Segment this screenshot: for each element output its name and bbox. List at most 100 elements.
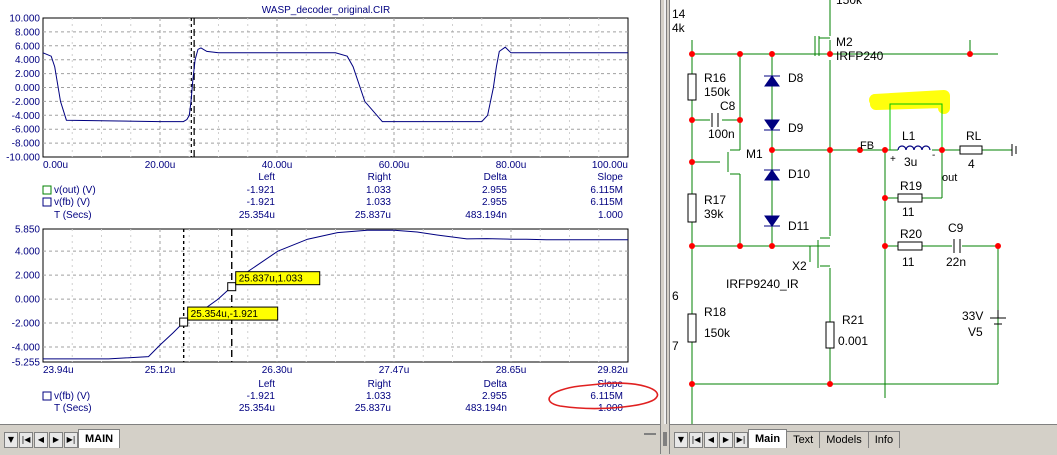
l1-bypass-wire xyxy=(889,103,943,150)
t1-header-left: Left xyxy=(258,172,275,183)
chart1-x-tick-label: 60.00u xyxy=(379,160,410,171)
chart2-y-tick-label: 0.000 xyxy=(15,295,40,306)
chart2-y-tick-label: -4.000 xyxy=(12,342,41,353)
chart1-x-tick-label: 80.00u xyxy=(496,160,527,171)
schematic-nav-first-icon[interactable]: |◀ xyxy=(689,432,703,448)
label-rl-value: 4 xyxy=(968,157,975,171)
label-c9: C9 xyxy=(948,221,964,235)
tab-main-plot[interactable]: MAIN xyxy=(78,429,121,448)
t2-row0-name[interactable]: v(fb) (V) xyxy=(54,391,90,402)
cursor-value-label: 25.837u,1.033 xyxy=(239,274,303,285)
label-v5: V5 xyxy=(968,325,983,339)
r19-symbol[interactable] xyxy=(897,193,923,203)
t1-row0-name[interactable]: v(out) (V) xyxy=(54,185,96,196)
tab-info[interactable]: Info xyxy=(867,431,901,448)
schematic-tab-bar: ▼ |◀ ◀ ▶ ▶| Main Text Models Info xyxy=(670,424,1057,455)
r16-symbol[interactable] xyxy=(687,73,697,101)
chart1-x-tick-label: 100.00u xyxy=(592,160,628,171)
tab-nav-prev-icon[interactable]: ◀ xyxy=(34,432,48,448)
yellow-highlight-mark xyxy=(869,90,950,114)
label-l1-plus: + xyxy=(890,154,896,165)
label-m2: M2 xyxy=(836,35,853,49)
r18-symbol[interactable] xyxy=(687,313,697,343)
label-m1: M1 xyxy=(746,147,763,161)
d8-symbol[interactable] xyxy=(764,75,780,87)
schematic-nav-dropdown-icon[interactable]: ▼ xyxy=(674,432,688,448)
t2-header-right: Right xyxy=(368,379,392,390)
label-v5-value: 33V xyxy=(962,309,983,323)
schematic-nav-last-icon[interactable]: ▶| xyxy=(734,432,748,448)
tab-nav-next-icon[interactable]: ▶ xyxy=(49,432,63,448)
chart1-y-tick-label: -6.000 xyxy=(12,125,41,136)
schematic-canvas[interactable]: 14 4k 150k R16 150k C8 100n M1 R17 39k 6… xyxy=(670,0,1057,424)
lower-chart-y-ticks: 5.850 4.000 2.000 0.000 -2.000 -4.000 -5.255 xyxy=(12,225,41,369)
pane-splitter[interactable] xyxy=(660,0,670,454)
t2-row0-right: 1.033 xyxy=(366,391,391,402)
plot-scroll-grip[interactable] xyxy=(644,433,656,445)
chart2-y-tick-label: 5.850 xyxy=(15,225,40,236)
label-r18: R18 xyxy=(704,305,726,319)
tab-main[interactable]: Main xyxy=(748,429,788,448)
chart2-x-tick-label: 28.65u xyxy=(496,365,527,376)
t1-row1-left: -1.921 xyxy=(247,197,276,208)
upper-chart-y-ticks: 10.000 8.000 6.000 4.000 2.000 0.000 -2.000 -4.… xyxy=(6,14,40,164)
label-out: out xyxy=(942,172,957,184)
schematic-nav-prev-icon[interactable]: ◀ xyxy=(704,432,718,448)
label-x2: X2 xyxy=(792,259,807,273)
chart2-x-tick-label: 27.47u xyxy=(379,365,410,376)
tab-text[interactable]: Text xyxy=(786,431,821,448)
label-d8: D8 xyxy=(788,71,804,85)
d9-symbol[interactable] xyxy=(764,119,780,131)
label-r17: R17 xyxy=(704,193,726,207)
c8-symbol[interactable] xyxy=(711,113,719,127)
t1-header-delta: Delta xyxy=(484,172,508,183)
l1-symbol[interactable] xyxy=(897,145,931,151)
vout-legend-box[interactable] xyxy=(42,185,52,195)
label-r20-value: 11 xyxy=(902,255,915,269)
label-r21: R21 xyxy=(842,313,864,327)
label-r17-value: 39k xyxy=(704,207,724,221)
schematic-nav-next-icon[interactable]: ▶ xyxy=(719,432,733,448)
d11-symbol[interactable] xyxy=(764,215,780,227)
tab-nav-dropdown-icon[interactable]: ▼ xyxy=(4,432,18,448)
cursor-value-label: 25.354u,-1.921 xyxy=(191,309,259,320)
lower-chart-x-ticks: 23.94u 25.12u 26.30u 27.47u 28.65u 29.82u xyxy=(43,365,628,376)
label-p6: 6 xyxy=(672,289,679,303)
label-p150k-top: 150k xyxy=(836,0,863,7)
label-l1-minus: - xyxy=(932,150,935,161)
t2-vfb-legend-box[interactable] xyxy=(42,391,52,401)
chart2-x-tick-label: 23.94u xyxy=(43,365,74,376)
t2-row0-left: -1.921 xyxy=(247,391,276,402)
plot-pane[interactable]: WASP_decoder_original.CIR 10.000 8.000 6.0… xyxy=(0,0,660,454)
r20-symbol[interactable] xyxy=(897,241,923,251)
vfb-legend-box[interactable] xyxy=(42,197,52,207)
label-d11: D11 xyxy=(788,219,809,233)
chart2-y-tick-label: -5.255 xyxy=(12,358,41,369)
t1-row0-slope: 6.115M xyxy=(590,185,623,196)
schematic-pane[interactable]: 14 4k 150k R16 150k C8 100n M1 R17 39k 6… xyxy=(670,0,1057,424)
cursor-marker[interactable] xyxy=(227,282,237,292)
rl-symbol[interactable] xyxy=(959,145,983,155)
tab-models[interactable]: Models xyxy=(819,431,869,448)
t1-row2-slope: 1.000 xyxy=(598,210,623,221)
tab-nav-first-icon[interactable]: |◀ xyxy=(19,432,33,448)
upper-chart-frame xyxy=(42,17,629,158)
chart1-y-tick-label: 2.000 xyxy=(15,69,40,80)
r17-symbol[interactable] xyxy=(687,193,697,223)
c9-symbol[interactable] xyxy=(953,239,961,253)
t1-row1-name[interactable]: v(fb) (V) xyxy=(54,197,90,208)
label-r16: R16 xyxy=(704,71,726,85)
schematic-wires xyxy=(691,0,1012,424)
t1-row1-right: 1.033 xyxy=(366,197,391,208)
chart1-x-tick-label: 40.00u xyxy=(262,160,293,171)
plot-canvas[interactable]: WASP_decoder_original.CIR 10.000 8.000 6.0… xyxy=(0,0,660,424)
r21-symbol[interactable] xyxy=(825,321,835,349)
cursor-marker[interactable] xyxy=(179,317,189,327)
chart2-x-tick-label: 26.30u xyxy=(262,365,293,376)
label-x2-value: IRFP9240_IR xyxy=(726,277,799,291)
chart1-y-tick-label: 10.000 xyxy=(9,14,40,25)
d10-symbol[interactable] xyxy=(764,169,780,181)
label-p7: 7 xyxy=(672,339,679,353)
tab-nav-last-icon[interactable]: ▶| xyxy=(64,432,78,448)
chart2-y-tick-label: -2.000 xyxy=(12,319,41,330)
